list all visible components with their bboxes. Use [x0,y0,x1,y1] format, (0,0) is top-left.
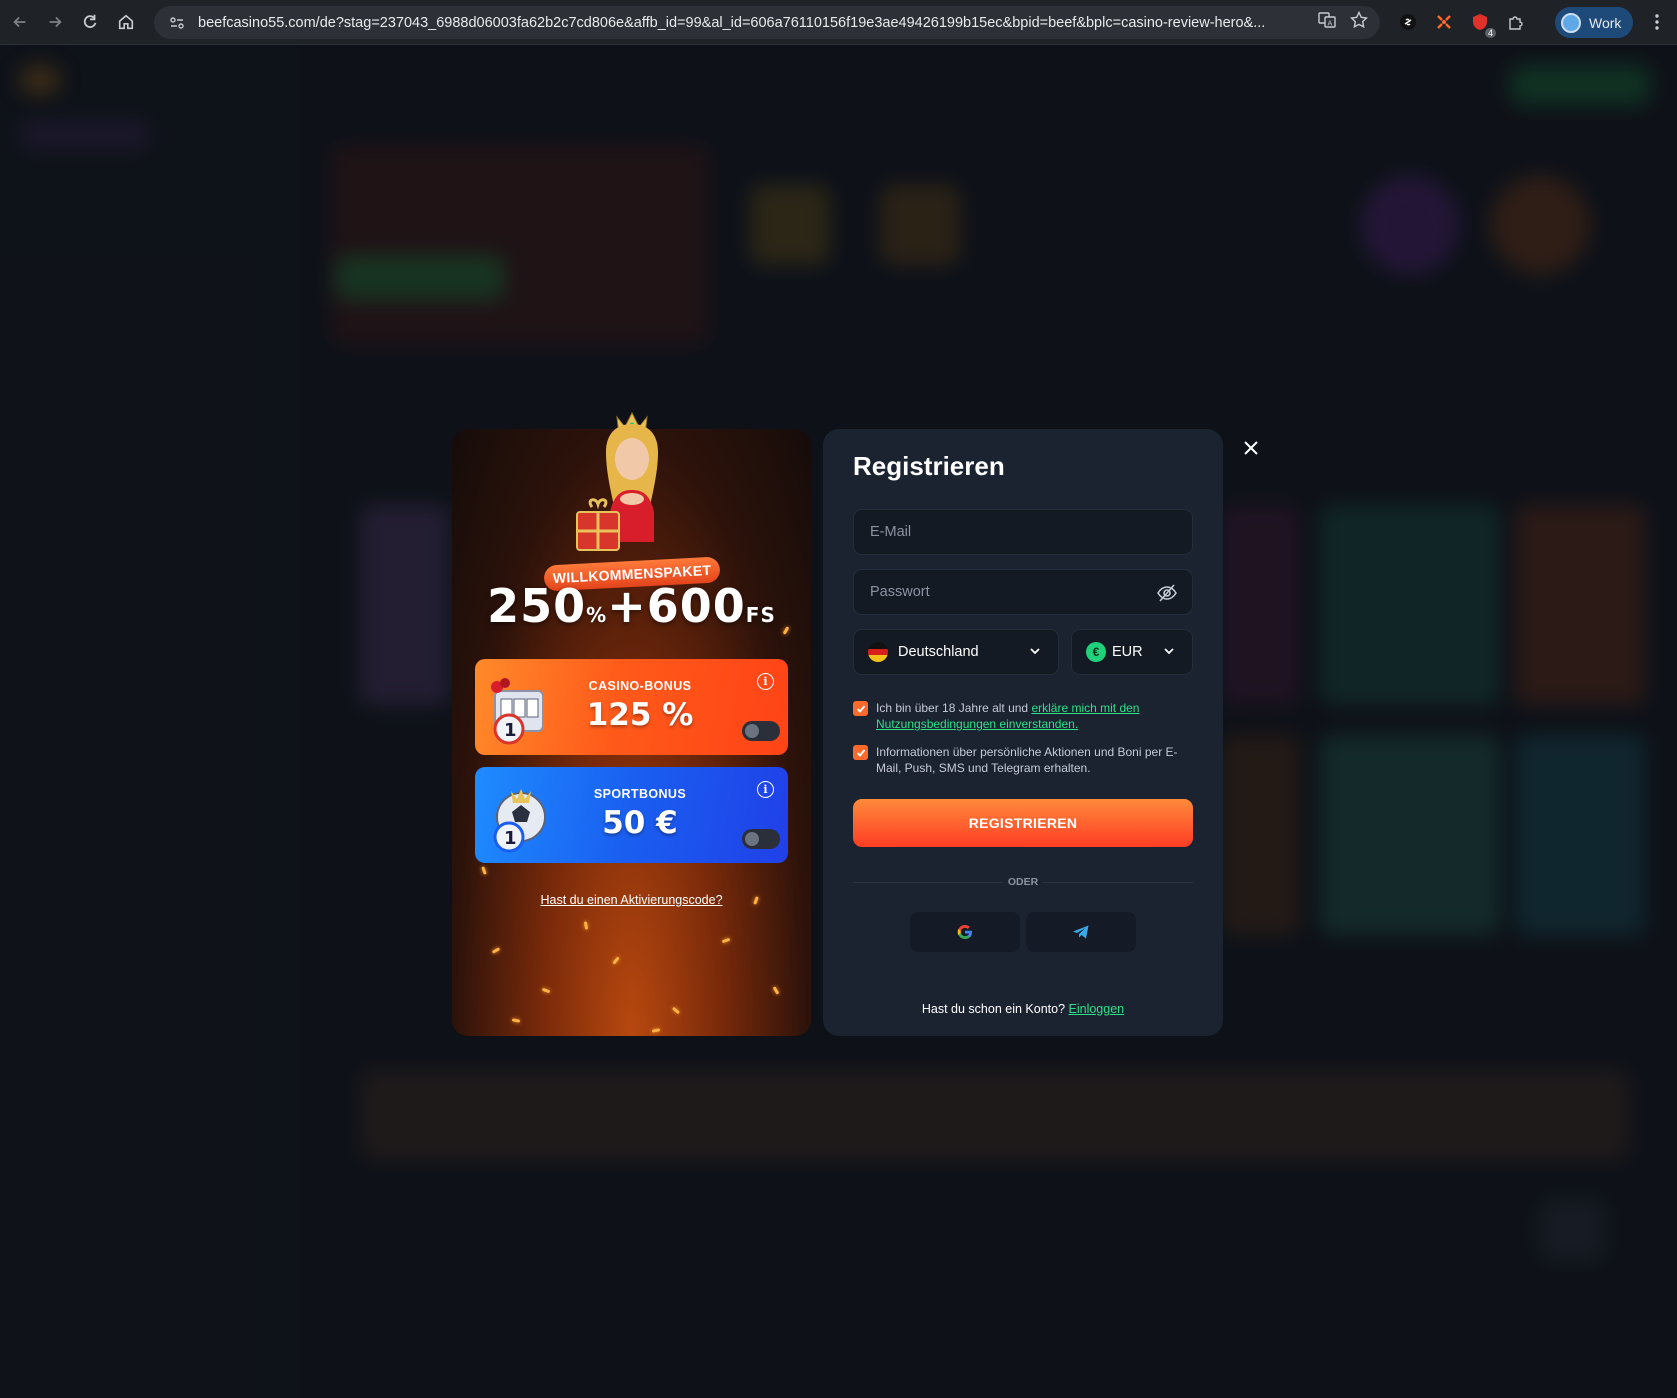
or-divider: ODER [853,876,1193,888]
menu-dots-icon[interactable] [1645,10,1669,34]
url-text[interactable]: beefcasino55.com/de?stag=237043_6988d060… [198,15,1318,31]
google-login-button[interactable] [910,912,1020,952]
info-icon[interactable]: i [757,673,774,690]
extension-link-icon[interactable] [1396,10,1420,34]
spark [671,1006,681,1015]
marketing-checkbox[interactable] [853,745,868,760]
back-icon[interactable] [2,4,38,40]
sport-bonus-card[interactable]: 1 SPORTBONUS 50 € i [475,767,788,863]
spark [583,921,589,930]
headline-fs-label: FS [745,603,776,627]
register-title: Registrieren [853,451,1005,481]
terms-text: Ich bin über 18 Jahre alt und [876,701,1032,715]
casino-bonus-title: CASINO-BONUS [588,679,692,693]
translate-icon[interactable]: A [1318,11,1336,34]
casino-bonus-value: 125 % [586,697,694,733]
sport-bonus-title: SPORTBONUS [593,787,687,801]
terms-label: Ich bin über 18 Jahre alt und erkläre mi… [876,700,1193,732]
profile-button[interactable]: Work [1555,7,1633,38]
spark [541,987,551,994]
home-icon[interactable] [108,4,144,40]
spark [491,947,501,954]
germany-flag-icon [868,642,888,662]
terms-checkbox[interactable] [853,701,868,716]
headline-percent-sign: % [586,603,608,627]
welcome-headline: 250%+600FS [452,579,811,633]
marketing-checkbox-row: Informationen über persönliche Aktionen … [853,744,1193,776]
login-prompt: Hast du schon ein Konto? Einloggen [823,1002,1223,1016]
login-prompt-text: Hast du schon ein Konto? [921,1002,1069,1016]
password-field[interactable] [853,569,1193,615]
close-modal-icon[interactable] [1240,437,1262,459]
password-input[interactable] [870,584,1150,600]
welcome-promo-card: WILLKOMMENSPAKET 250%+600FS 1 CASINO-BON… [452,411,811,1036]
currency-value: EUR [1112,644,1143,660]
login-link[interactable]: Einloggen [1069,1002,1125,1016]
extension-orange-icon[interactable] [1432,10,1456,34]
email-input[interactable] [870,524,1150,540]
register-form: Registrieren Deutschland € EUR Ich bin ü… [823,429,1223,1036]
spark [721,937,731,944]
country-value: Deutschland [898,644,979,660]
country-select[interactable]: Deutschland [853,629,1059,675]
chevron-down-icon [1164,648,1174,655]
or-label: ODER [1007,876,1039,888]
activation-code-link[interactable]: Hast du einen Aktivierungscode? [452,893,811,907]
eye-off-icon[interactable] [1156,582,1178,604]
casino-bonus-card[interactable]: 1 CASINO-BONUS 125 % i [475,659,788,755]
info-icon[interactable]: i [757,781,774,798]
forward-icon[interactable] [37,4,73,40]
extensions-puzzle-icon[interactable] [1504,10,1528,34]
telegram-login-button[interactable] [1026,912,1136,952]
browser-toolbar: beefcasino55.com/de?stag=237043_6988d060… [0,0,1677,45]
queen-mascot-icon [576,411,658,551]
reload-icon[interactable] [72,4,108,40]
headline-free-spins-value: +600 [607,579,746,633]
avatar [1561,12,1581,33]
google-icon [957,925,972,939]
terms-checkbox-row: Ich bin über 18 Jahre alt und erkläre mi… [853,700,1193,732]
sport-bonus-value: 50 € [602,805,678,841]
spark [612,956,620,965]
spark [481,866,487,875]
svg-text:A: A [1328,20,1333,28]
profile-label: Work [1589,14,1622,31]
sport-bonus-toggle[interactable] [742,829,780,849]
address-bar[interactable]: beefcasino55.com/de?stag=237043_6988d060… [154,6,1380,39]
marketing-label: Informationen über persönliche Aktionen … [876,745,1178,775]
chevron-down-icon [1030,648,1040,655]
headline-percent-value: 250 [487,579,587,633]
email-field[interactable] [853,509,1193,555]
telegram-icon [1073,925,1089,939]
spark [511,1018,521,1023]
spark [651,1028,661,1033]
extension-badge: 4 [1484,28,1496,38]
euro-icon: € [1086,642,1106,662]
site-info-icon[interactable] [166,12,188,34]
currency-select[interactable]: € EUR [1071,629,1193,675]
spark [772,986,780,995]
register-submit-button[interactable]: REGISTRIEREN [853,799,1193,847]
bookmark-star-icon[interactable] [1349,10,1369,34]
extension-shield-icon[interactable]: 4 [1468,10,1496,38]
casino-bonus-toggle[interactable] [742,721,780,741]
